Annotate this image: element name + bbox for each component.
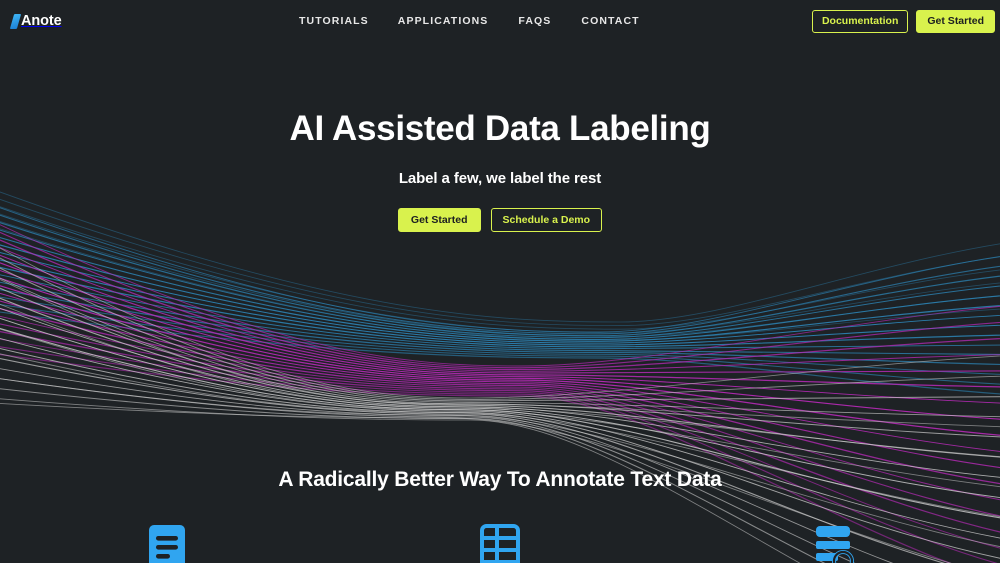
landing-page: Anote TUTORIALS APPLICATIONS FAQS CONTAC…: [0, 0, 1000, 563]
wave-line: [0, 278, 1000, 428]
wave-line: [0, 311, 1000, 395]
primary-nav-links: TUTORIALS APPLICATIONS FAQS CONTACT: [299, 15, 640, 27]
nav-item-applications[interactable]: APPLICATIONS: [398, 15, 489, 27]
hero-headline: AI Assisted Data Labeling: [289, 109, 711, 148]
wave-line: [0, 303, 1000, 458]
wave-line: [0, 289, 1000, 366]
wave-line: [0, 307, 1000, 478]
wave-line: [0, 296, 1000, 375]
wave-line: [0, 274, 1000, 350]
feature-icon-row: [0, 523, 1000, 563]
wave-line: [0, 287, 1000, 438]
nav-item-tutorials[interactable]: TUTORIALS: [299, 15, 369, 27]
nav-item-faqs[interactable]: FAQS: [518, 15, 551, 27]
hero-cta-group: Get Started Schedule a Demo: [0, 207, 1000, 232]
wave-line: [0, 353, 1000, 518]
hero-get-started-button[interactable]: Get Started: [397, 207, 481, 232]
wave-line: [0, 304, 1000, 385]
wave-line: [0, 239, 1000, 371]
wave-line: [0, 251, 1000, 344]
wave-line: [0, 247, 1000, 372]
document-text-icon: [148, 525, 185, 563]
brand-name: Anote: [21, 13, 62, 29]
wave-line: [0, 323, 1000, 517]
wave-line: [0, 244, 1000, 342]
feature-item-text[interactable]: [0, 523, 333, 563]
documentation-button[interactable]: Documentation: [811, 9, 909, 33]
wave-line: [0, 297, 1000, 458]
nav-item-contact[interactable]: CONTACT: [581, 15, 639, 27]
brand-logo[interactable]: Anote: [9, 13, 62, 29]
wave-line: [0, 338, 1000, 539]
wave-line: [0, 327, 1000, 519]
wave-line: [0, 285, 1000, 436]
wave-line: [0, 247, 1000, 399]
document-search-icon: [816, 526, 855, 563]
slash-logo-icon: [9, 13, 22, 29]
wave-line: [0, 257, 1000, 400]
hero-schedule-demo-button[interactable]: Schedule a Demo: [490, 207, 603, 232]
nav-get-started-button[interactable]: Get Started: [916, 9, 995, 33]
wave-line: [0, 292, 1000, 452]
wave-line: [0, 308, 1000, 485]
table-grid-icon: [479, 524, 520, 563]
wave-line: [0, 236, 1000, 340]
wave-line: [0, 259, 1000, 346]
wave-line: [0, 277, 1000, 418]
section-headline: A Radically Better Way To Annotate Text …: [278, 468, 722, 491]
wave-line: [0, 262, 1000, 388]
wave-line: [0, 330, 1000, 533]
wave-line: [0, 281, 1000, 356]
wave-line: [0, 266, 1000, 348]
wave-line: [0, 269, 1000, 404]
hero-section: AI Assisted Data Labeling Label a few, w…: [0, 110, 1000, 232]
nav-action-buttons: Documentation Get Started: [811, 9, 995, 33]
feature-item-search[interactable]: [667, 523, 1000, 563]
hero-subheadline: Label a few, we label the rest: [398, 169, 602, 187]
top-navigation-bar: Anote TUTORIALS APPLICATIONS FAQS CONTAC…: [0, 0, 1000, 42]
wave-line: [0, 277, 1000, 420]
feature-item-table[interactable]: [333, 523, 666, 563]
wave-line: [0, 267, 1000, 402]
features-section: A Radically Better Way To Annotate Text …: [0, 468, 1000, 492]
wave-line: [0, 300, 1000, 469]
wave-line: [0, 254, 1000, 374]
